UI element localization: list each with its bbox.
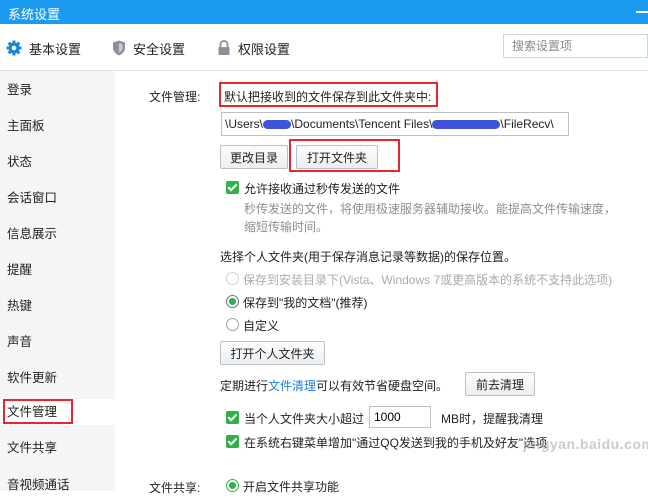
allow-instant-transfer-label: 允许接收通过秒传发送的文件 (244, 182, 401, 196)
radio-install-dir-label: 保存到安装目录下(Vista、Windows 7或更高版本的系统不支持此选项) (243, 273, 613, 287)
go-cleanup-button[interactable]: 前去清理 (465, 372, 535, 396)
tab-permission-settings[interactable]: 权限设置 (217, 38, 290, 58)
sidebar-item-info-display[interactable]: 信息展示 (0, 221, 115, 247)
tab-security-settings[interactable]: 安全设置 (112, 38, 185, 58)
cleanup-suffix: 可以有效节省硬盘空间。 (316, 379, 449, 393)
sidebar-item-av-calls[interactable]: 音视频通话 (0, 472, 115, 498)
sidebar-item-file-management[interactable]: 文件管理 (0, 399, 115, 425)
sidebar-item-chat-window[interactable]: 会话窗口 (0, 185, 115, 211)
radio-my-documents[interactable] (226, 295, 239, 308)
radio-install-dir[interactable] (226, 272, 239, 285)
section-label-file-management: 文件管理: (149, 90, 201, 104)
watermark: jingyan.baidu.com (523, 436, 648, 452)
default-folder-text: 默认把接收到的文件保存到此文件夹中: (224, 90, 432, 104)
sidebar-item-main-panel[interactable]: 主面板 (0, 113, 115, 139)
tab-label: 权限设置 (238, 41, 291, 57)
radio-my-documents-label: 保存到"我的文档"(推荐) (243, 296, 368, 310)
personal-folder-prompt: 选择个人文件夹(用于保存消息记录等数据)的保存位置。 (220, 250, 516, 264)
redacted-username (263, 120, 292, 130)
cleanup-prefix: 定期进行 (220, 379, 269, 393)
tab-label: 基本设置 (29, 41, 82, 57)
size-limit-prefix: 当个人文件夹大小超过 (244, 412, 365, 426)
allow-instant-transfer-checkbox[interactable] (226, 181, 239, 194)
change-directory-button[interactable]: 更改目录 (220, 145, 288, 169)
file-cleanup-link[interactable]: 文件清理 (268, 379, 316, 393)
path-segment: \Documents\Tencent Files\ (291, 117, 433, 131)
context-menu-label: 在系统右键菜单增加"通过QQ发送到我的手机及好友"选项 (244, 436, 548, 450)
path-segment: \FileRecv\ (500, 117, 554, 131)
tab-label: 安全设置 (133, 41, 186, 57)
cleanup-text: 定期进行文件清理可以有效节省硬盘空间。 (220, 377, 448, 394)
top-tab-bar: 基本设置 安全设置 权限设置 (0, 24, 648, 71)
minimize-button[interactable] (636, 11, 648, 13)
open-folder-button[interactable]: 打开文件夹 (296, 145, 378, 169)
size-limit-suffix: MB时，提醒我清理 (441, 412, 544, 426)
lock-icon (218, 40, 230, 55)
open-personal-folder-button[interactable]: 打开个人文件夹 (220, 341, 325, 365)
download-path-field[interactable]: \Users\ \Documents\Tencent Files\ \FileRec… (221, 112, 569, 136)
section-label-file-sharing: 文件共享: (149, 481, 201, 495)
radio-enable-file-sharing[interactable] (226, 479, 239, 492)
sidebar-item-status[interactable]: 状态 (0, 149, 115, 175)
radio-custom[interactable] (226, 318, 239, 331)
tab-basic-settings[interactable]: 基本设置 (6, 38, 81, 58)
sidebar-item-hotkeys[interactable]: 热键 (0, 293, 115, 319)
radio-custom-label: 自定义 (243, 319, 280, 333)
shield-icon (113, 40, 125, 56)
sidebar-item-login[interactable]: 登录 (0, 77, 115, 103)
search-input[interactable] (503, 34, 648, 58)
redacted-account (432, 120, 501, 130)
context-menu-checkbox[interactable] (226, 435, 239, 448)
enable-file-sharing-label: 开启文件共享功能 (243, 480, 340, 494)
instant-transfer-description: 秒传发送的文件，将使用极速服务器辅助接收。能提高文件传输速度，缩短传输时间。 (244, 202, 617, 234)
sidebar: 登录 主面板 状态 会话窗口 信息展示 提醒 热键 声音 软件更新 文件管理 文… (0, 71, 115, 492)
sidebar-item-sound[interactable]: 声音 (0, 329, 115, 355)
size-limit-input[interactable] (369, 406, 431, 428)
sidebar-item-software-update[interactable]: 软件更新 (0, 365, 115, 391)
path-segment: \Users\ (225, 117, 264, 131)
title-bar: 系统设置 (0, 0, 648, 24)
sidebar-item-reminders[interactable]: 提醒 (0, 257, 115, 283)
size-limit-checkbox[interactable] (226, 411, 239, 424)
sidebar-item-file-sharing[interactable]: 文件共享 (0, 435, 115, 461)
window-title: 系统设置 (8, 7, 61, 22)
gear-icon (6, 40, 22, 56)
